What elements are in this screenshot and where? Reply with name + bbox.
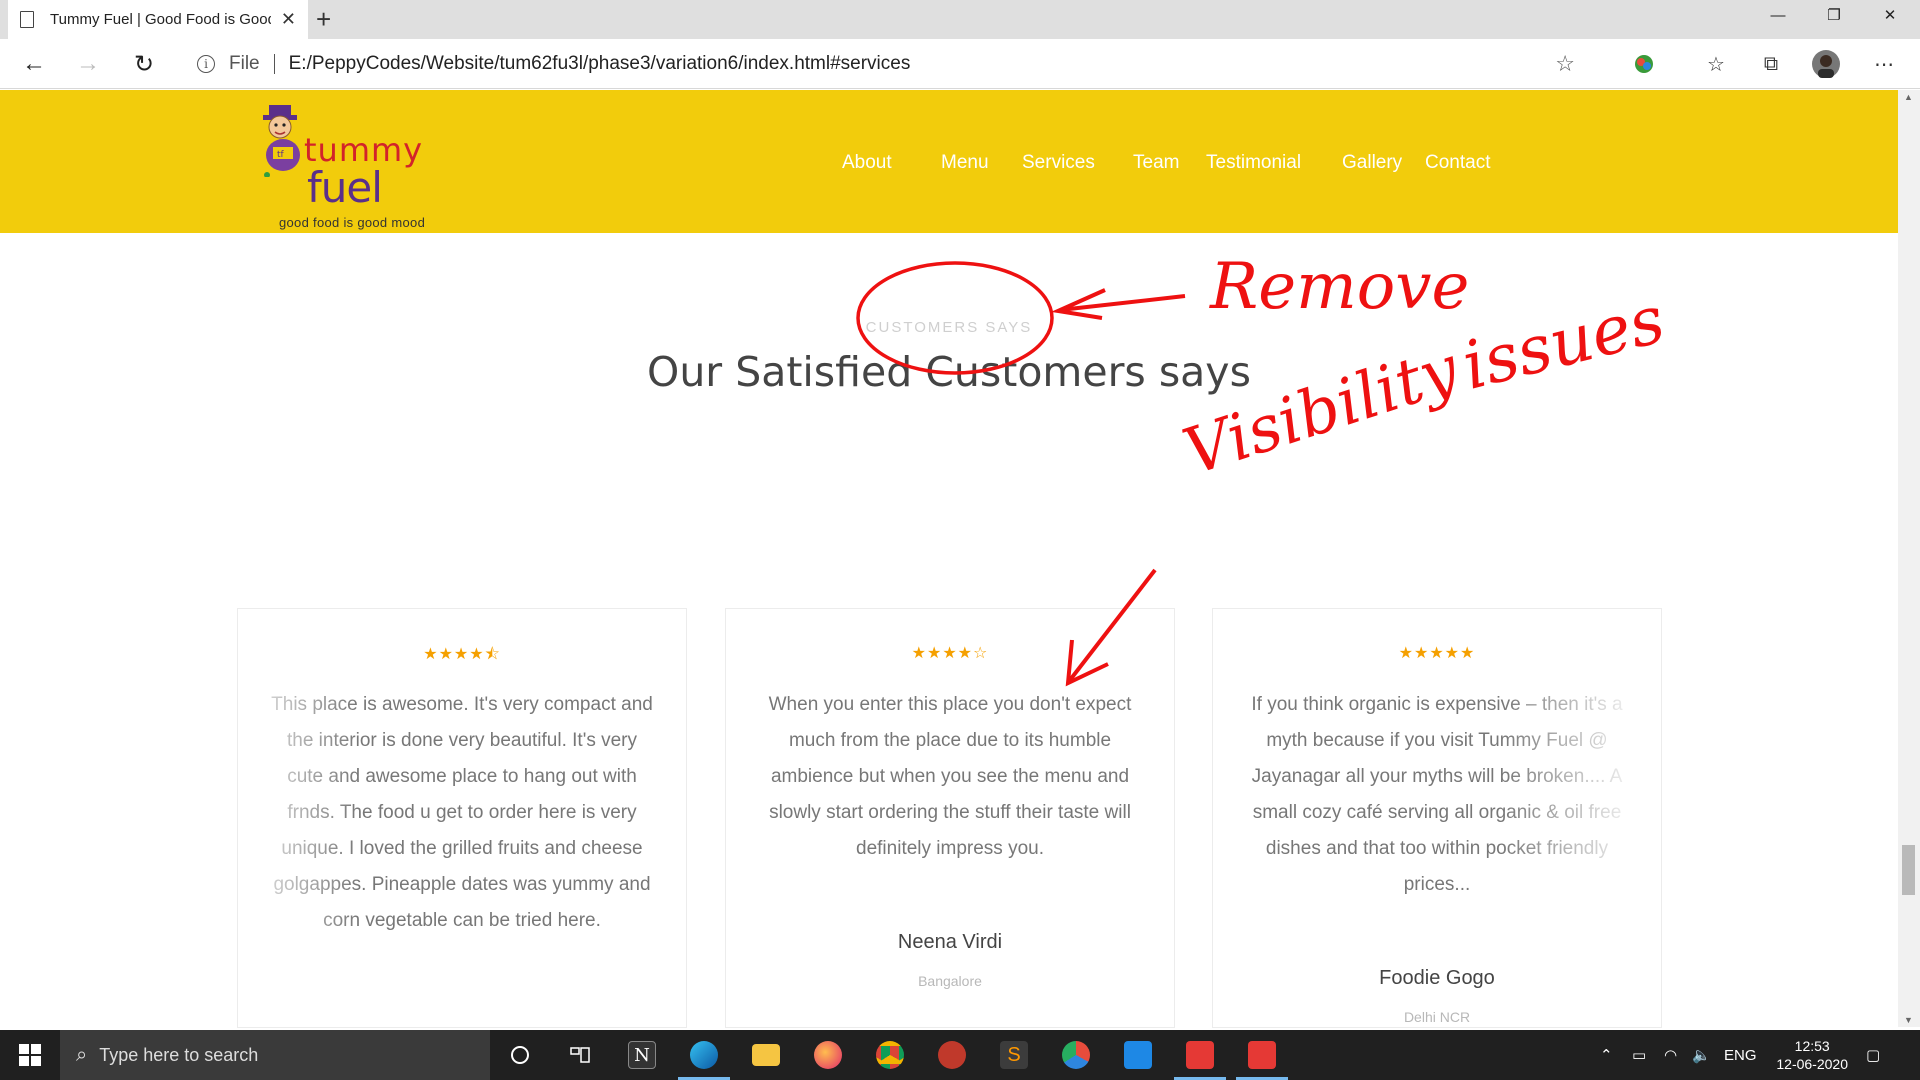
testimonial-text: When you enter this place you don't expe… [768,694,1132,859]
chrome-app-icon[interactable] [860,1030,920,1080]
annotation-remove: Remove [1210,250,1470,324]
testimonial-card: ★★★★⯪ This place is awesome. It's very c… [237,608,687,1028]
git-app-icon[interactable] [1170,1030,1230,1080]
nav-team[interactable]: Team [1133,152,1179,174]
logo-word-fuel: fuel [307,163,383,212]
clock[interactable]: 12:53 12-06-2020 [1776,1037,1848,1073]
minimize-button[interactable]: — [1750,0,1806,30]
wifi-icon[interactable]: ◠ [1664,1030,1677,1080]
battery-icon[interactable]: ▭ [1632,1030,1646,1080]
window-close-button[interactable]: ✕ [1862,0,1918,30]
testimonial-text: If you think organic is expensive – then… [1251,694,1623,895]
nav-menu[interactable]: Menu [941,152,989,174]
app-icon[interactable] [1046,1030,1106,1080]
sublime-text-icon[interactable]: S [984,1030,1044,1080]
tab-title: Tummy Fuel | Good Food is Good Mood [50,11,271,28]
collections-icon[interactable]: ⧉ [1757,50,1785,78]
reviewer-name: Neena Virdi [897,931,1003,953]
nav-testimonial[interactable]: Testimonial [1206,152,1301,174]
forward-button[interactable]: → [72,48,104,80]
search-placeholder: Type here to search [99,1044,259,1065]
annotation-arrow-head [1051,288,1106,320]
favorite-star-icon[interactable]: ☆ [1555,51,1575,77]
scheme-label: File [229,53,260,74]
extension-icon[interactable] [1630,50,1658,78]
url-text[interactable]: E:/PeppyCodes/Website/tum62fu3l/phase3/v… [289,53,911,75]
photos-app-icon[interactable] [1108,1030,1168,1080]
page-icon [20,11,34,28]
url-field[interactable]: i File E:/PeppyCodes/Website/tum62fu3l/p… [181,45,1591,83]
reviewer-name: Foodie Gogo [1379,967,1495,989]
scroll-down-arrow-icon[interactable]: ▼ [1904,1015,1913,1025]
scroll-up-arrow-icon[interactable]: ▲ [1904,92,1913,102]
app-icon[interactable] [922,1030,982,1080]
start-button[interactable] [0,1030,60,1080]
clock-date: 12-06-2020 [1776,1056,1848,1072]
rating-stars: ★★★★★ [1398,645,1476,662]
edge-app-icon[interactable] [674,1030,734,1080]
logo-tagline: good food is good mood [279,215,426,230]
address-bar: ← → ↻ i File E:/PeppyCodes/Website/tum62… [0,39,1920,89]
nav-contact[interactable]: Contact [1425,152,1490,174]
site-header: tf tummy fuel good food is good mood Abo… [0,90,1898,233]
notion-app-icon[interactable]: N [612,1030,672,1080]
more-menu-icon[interactable]: ⋯ [1870,50,1898,78]
rating-stars: ★★★★☆ [911,645,989,662]
logo[interactable]: tf tummy fuel good food is good mood [255,97,445,230]
profile-avatar[interactable] [1812,50,1840,78]
browser-tab[interactable]: Tummy Fuel | Good Food is Good Mood ✕ [8,0,308,39]
browser-tabstrip: Tummy Fuel | Good Food is Good Mood ✕ + … [0,0,1920,39]
page-scrollbar[interactable]: ▲ ▼ [1898,90,1920,1027]
testimonial-card: ★★★★★ If you think organic is expensive … [1212,608,1662,1028]
info-icon[interactable]: i [197,55,215,73]
cortana-icon[interactable] [490,1030,550,1080]
firefox-app-icon[interactable] [798,1030,858,1080]
language-indicator[interactable]: ENG [1724,1030,1757,1080]
nav-gallery[interactable]: Gallery [1342,152,1402,174]
scroll-thumb[interactable] [1902,845,1915,895]
back-button[interactable]: ← [18,48,50,80]
volume-icon[interactable]: 🔈 [1692,1030,1711,1080]
search-icon: ⌕ [76,1043,88,1066]
windows-taskbar: ⌕ Type here to search N S ⌃ ▭ ◠ 🔈 ENG 12… [0,1030,1920,1080]
refresh-button[interactable]: ↻ [128,48,160,80]
nav-services[interactable]: Services [1022,152,1095,174]
clock-time: 12:53 [1794,1038,1830,1054]
reviewer-location: Delhi NCR [1403,1009,1471,1025]
annotation-arrow-line [1059,294,1186,312]
reviewer-location: Bangalore [918,973,982,989]
notifications-icon[interactable]: ▢ [1866,1030,1880,1080]
svg-text:tf: tf [277,150,285,160]
file-explorer-icon[interactable] [736,1030,796,1080]
windows-logo-icon [19,1044,41,1066]
tab-close-icon[interactable]: ✕ [281,9,296,30]
testimonial-text: This place is awesome. It's very compact… [271,694,653,931]
taskbar-search[interactable]: ⌕ Type here to search [60,1030,490,1080]
task-view-icon[interactable] [550,1030,610,1080]
nav-about[interactable]: About [842,152,892,174]
show-hidden-icons[interactable]: ⌃ [1600,1030,1613,1080]
git-app-icon[interactable] [1232,1030,1292,1080]
favorites-icon[interactable]: ☆ [1702,50,1730,78]
divider [273,54,275,74]
rating-stars: ★★★★⯪ [423,646,501,663]
testimonial-card: ★★★★☆ When you enter this place you don'… [725,608,1175,1028]
restore-button[interactable]: ❐ [1806,0,1862,30]
new-tab-button[interactable]: + [316,4,331,35]
